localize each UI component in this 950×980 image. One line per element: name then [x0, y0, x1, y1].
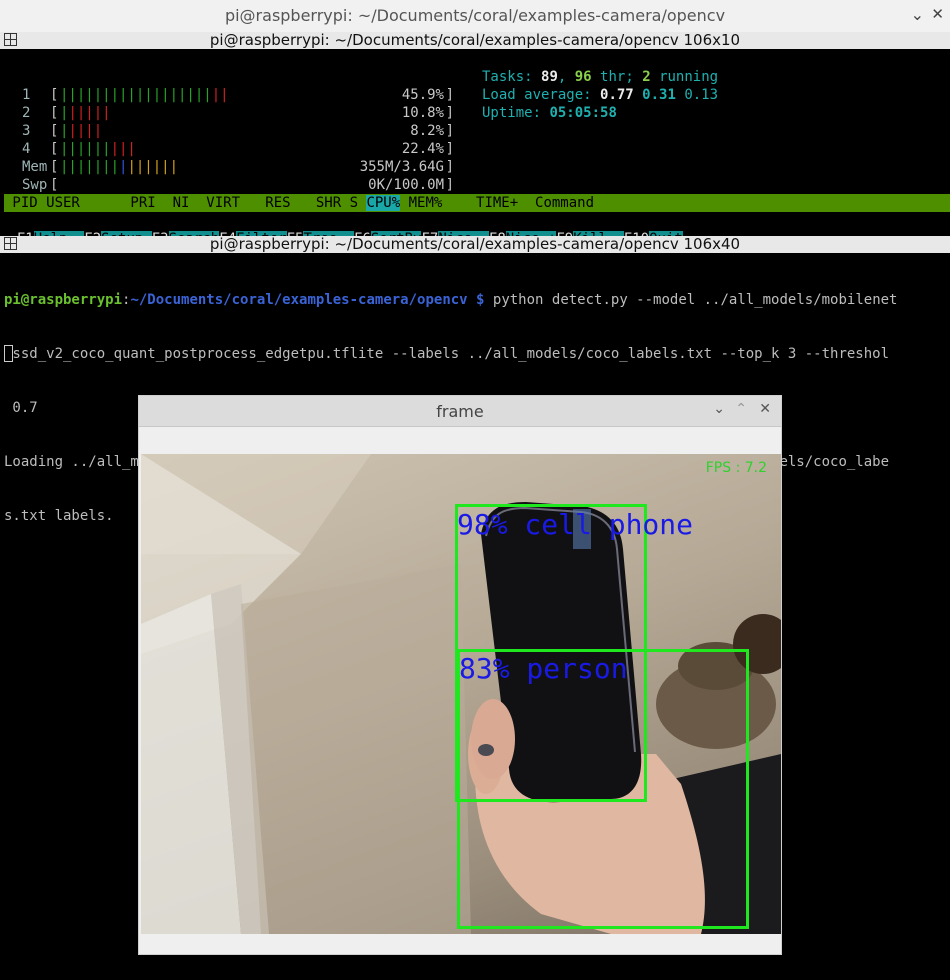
- cpu-meter-1: 1[|||||||||||||||||||| 45.9%]: [22, 87, 454, 103]
- close-icon[interactable]: ✕: [759, 401, 771, 417]
- cpu-meter-2: 2[|||||| 10.8%]: [22, 105, 454, 121]
- maximize-icon[interactable]: ⌃: [735, 401, 747, 417]
- command-line: pi@raspberrypi:~/Documents/coral/example…: [4, 292, 898, 308]
- fps-counter: FPS : 7.2: [705, 460, 767, 476]
- camera-feed: FPS : 7.2 98% cell phone 83% person: [141, 454, 781, 934]
- detection-box-person: [457, 649, 749, 929]
- detection-label-person: 83% person: [459, 652, 628, 685]
- load-average: Load average: 0.77 0.31 0.13: [482, 87, 719, 103]
- frame-title: frame: [436, 402, 484, 421]
- function-key-bar: F1Help F2Setup F3SearchF4FilterF5Tree F6…: [0, 212, 950, 247]
- close-icon[interactable]: ✕: [931, 5, 944, 23]
- uptime: Uptime: 05:05:58: [482, 105, 617, 121]
- command-line-wrap: _ssd_v2_coco_quant_postprocess_edgetpu.t…: [4, 346, 890, 362]
- chevron-down-icon[interactable]: ⌄: [713, 401, 725, 417]
- terminal-cursor: [4, 345, 13, 362]
- memory-meter: Mem[|||||||||||||| 355M/3.64G]: [22, 159, 454, 175]
- cpu-meter-3: 3[||||| 8.2%]: [22, 123, 454, 139]
- process-table-header[interactable]: PID USER PRI NI VIRT RES SHR S CPU% MEM%…: [4, 194, 950, 212]
- pane-titlebar-bottom[interactable]: pi@raspberrypi: ~/Documents/coral/exampl…: [0, 236, 950, 253]
- window-title: pi@raspberrypi: ~/Documents/coral/exampl…: [224, 6, 726, 25]
- pane-title-top: pi@raspberrypi: ~/Documents/coral/exampl…: [209, 31, 741, 49]
- frame-window[interactable]: frame ⌄ ⌃ ✕ FPS: 7.2 98% cell phone 83%…: [138, 395, 782, 955]
- cpu-meter-4: 4[||||||||| 22.4%]: [22, 141, 454, 157]
- chevron-down-icon[interactable]: ⌄: [911, 5, 924, 24]
- pane-titlebar-top[interactable]: pi@raspberrypi: ~/Documents/coral/exampl…: [0, 32, 950, 49]
- swap-meter: Swp[0K/100.0M]: [22, 177, 454, 193]
- frame-titlebar[interactable]: frame ⌄ ⌃ ✕: [139, 396, 781, 427]
- window-titlebar[interactable]: pi@raspberrypi: ~/Documents/coral/exampl…: [0, 0, 950, 33]
- pane-title-bottom: pi@raspberrypi: ~/Documents/coral/exampl…: [209, 235, 741, 253]
- detection-label-cell-phone: 98% cell phone: [457, 508, 694, 541]
- tasks-summary: Tasks: 89, 96 thr; 2 running: [482, 69, 719, 85]
